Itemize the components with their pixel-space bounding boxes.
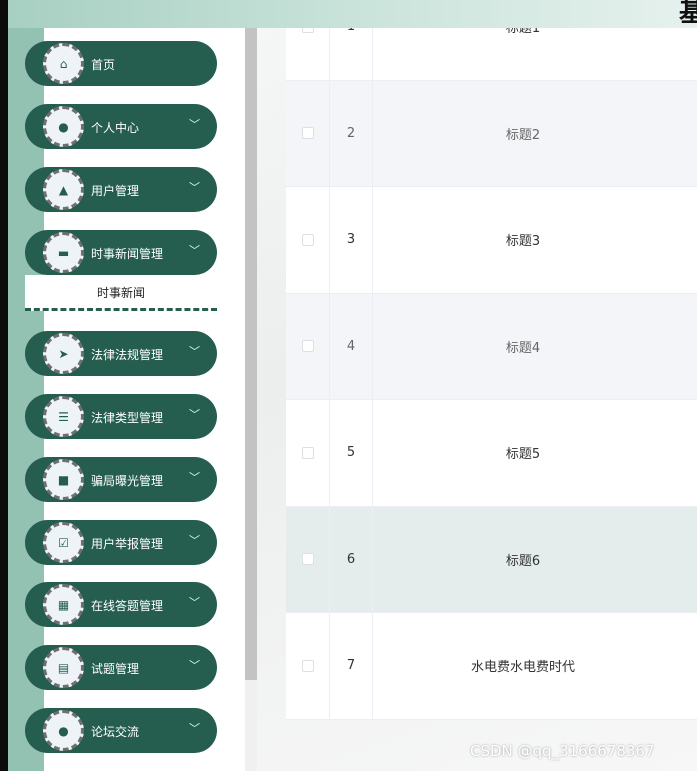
index-cell: 4	[330, 293, 373, 399]
row-checkbox[interactable]	[301, 553, 314, 566]
sidebar-item[interactable]: ➤ 法律法规管理 ﹀	[25, 331, 217, 376]
table-row[interactable]: 3 标题3	[286, 187, 697, 294]
index-cell: 7	[330, 613, 373, 719]
sidebar-item-label: 在线答题管理	[91, 599, 164, 613]
chevron-down-icon: ﹀	[189, 181, 200, 194]
index-cell: 6	[330, 506, 373, 612]
table-row[interactable]: 7 水电费水电费时代	[286, 613, 697, 720]
submenu-item-news[interactable]: 时事新闻	[25, 275, 217, 311]
sidebar-item[interactable]: ● 论坛交流 ﹀	[25, 708, 217, 753]
sidebar-item-label: 骗局曝光管理	[91, 474, 164, 488]
page-title: 基	[678, 0, 697, 28]
row-checkbox[interactable]	[301, 233, 314, 246]
sidebar-item[interactable]: ▲ 用户管理 ﹀	[25, 167, 217, 212]
data-table: 1标题12标题23标题34标题45标题56标题67水电费水电费时代	[286, 0, 697, 720]
title-cell: 标题2	[505, 127, 541, 143]
index-cell: 5	[330, 400, 373, 506]
chevron-down-icon: ﹀	[189, 244, 200, 257]
chevron-down-icon: ﹀	[189, 408, 200, 421]
sidebar-item-label: 法律法规管理	[91, 348, 164, 362]
title-cell: 标题3	[505, 234, 541, 250]
checkbox-cell	[286, 613, 330, 719]
table-row[interactable]: 2 标题2	[286, 80, 697, 187]
sidebar-scrollbar-thumb[interactable]	[245, 28, 257, 680]
sidebar-item-label: 时事新闻管理	[91, 247, 164, 261]
table-row[interactable]: 4 标题4	[286, 293, 697, 400]
chevron-down-icon: ﹀	[189, 596, 200, 609]
sidebar-item-label: 首页	[91, 58, 116, 72]
checkbox-cell	[286, 400, 330, 506]
chevron-down-icon: ﹀	[189, 118, 200, 131]
row-checkbox[interactable]	[301, 340, 314, 353]
sidebar-item[interactable]: ▬ 时事新闻管理 ﹀	[25, 230, 217, 275]
sidebar-item[interactable]: ⌂ 首页	[25, 41, 217, 86]
index-cell: 2	[330, 80, 373, 186]
sidebar-item-label: 试题管理	[91, 662, 140, 676]
sidebar-item[interactable]: ▤ 试题管理 ﹀	[25, 645, 217, 690]
table-row[interactable]: 6 标题6	[286, 506, 697, 613]
sidebar-item[interactable]: ● 个人中心 ﹀	[25, 104, 217, 149]
checkbox-cell	[286, 187, 330, 293]
title-cell: 标题4	[505, 340, 541, 356]
sidebar-item[interactable]: ☰ 法律类型管理 ﹀	[25, 394, 217, 439]
checkbox-cell	[286, 293, 330, 399]
title-cell: 标题5	[505, 447, 541, 463]
home-icon: ⌂	[43, 43, 84, 84]
table-row[interactable]: 5 标题5	[286, 400, 697, 507]
submenu-label: 时事新闻	[96, 286, 145, 300]
sidebar-item-label: 用户举报管理	[91, 537, 164, 551]
checkbox-cell	[286, 506, 330, 612]
title-cell: 标题6	[505, 553, 541, 569]
row-checkbox[interactable]	[301, 659, 314, 672]
bulb-icon: ●	[43, 710, 84, 751]
top-header: 基	[8, 0, 697, 28]
news-icon: ▬	[43, 232, 84, 273]
sidebar-item-label: 用户管理	[91, 184, 140, 198]
sidebar-item[interactable]: ☑ 用户举报管理 ﹀	[25, 520, 217, 565]
sidebar-item-label: 法律类型管理	[91, 411, 164, 425]
grid-icon: ▦	[43, 584, 84, 625]
chevron-down-icon: ﹀	[189, 345, 200, 358]
title-cell: 水电费水电费时代	[470, 660, 575, 676]
row-checkbox[interactable]	[301, 127, 314, 140]
index-cell: 3	[330, 187, 373, 293]
row-checkbox[interactable]	[301, 446, 314, 459]
send-icon: ➤	[43, 333, 84, 374]
chevron-down-icon: ﹀	[189, 722, 200, 735]
sidebar-item-label: 论坛交流	[91, 725, 140, 739]
sidebar-item[interactable]: ■ 骗局曝光管理 ﹀	[25, 457, 217, 502]
sidebar-item[interactable]: ▦ 在线答题管理 ﹀	[25, 582, 217, 627]
watermark: CSDN @qq_3166678367	[470, 742, 655, 760]
chevron-down-icon: ﹀	[189, 534, 200, 547]
document-icon: ▤	[43, 647, 84, 688]
sidebar-item-label: 个人中心	[91, 121, 140, 135]
user-manage-icon: ▲	[43, 169, 84, 210]
chevron-down-icon: ﹀	[189, 659, 200, 672]
checkbox-cell	[286, 80, 330, 186]
clipboard-check-icon: ☑	[43, 522, 84, 563]
window-edge	[0, 0, 8, 771]
briefcase-icon: ■	[43, 459, 84, 500]
chevron-down-icon: ﹀	[189, 471, 200, 484]
sliders-icon: ☰	[43, 396, 84, 437]
user-icon: ●	[43, 106, 84, 147]
